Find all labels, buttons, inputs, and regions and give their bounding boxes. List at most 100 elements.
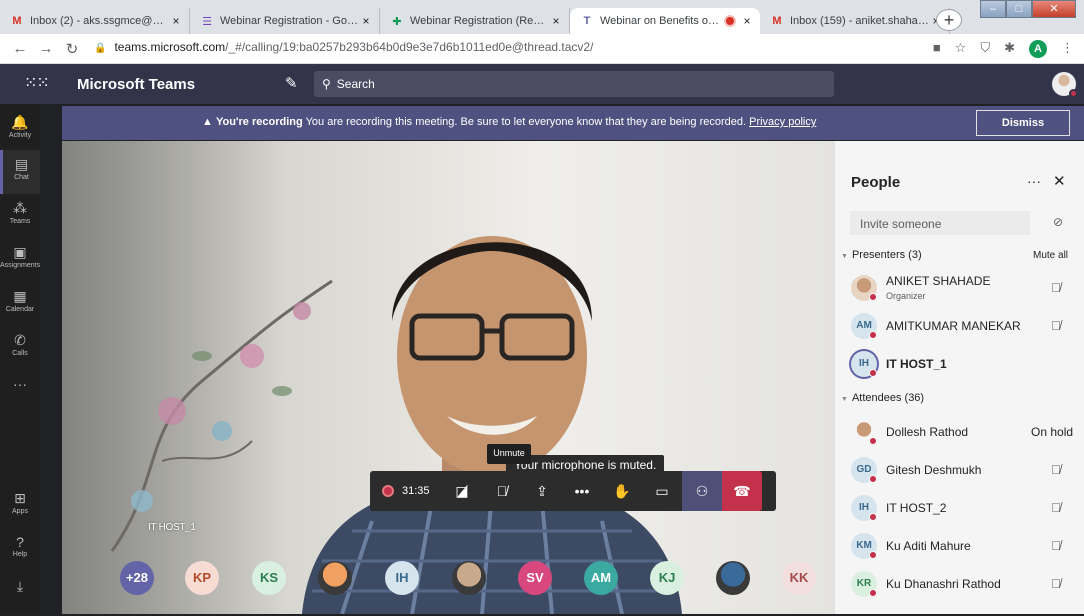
participant-avatar: KM [851,533,877,559]
chat-icon: ▤ [14,156,29,172]
participant-name: IT HOST_2 [886,501,947,515]
participant-row[interactable]: KM Ku Aditi Mahure 🎙̸ [835,529,1084,565]
close-tab-icon[interactable]: × [359,14,373,28]
participant-avatar[interactable]: KP [185,561,219,595]
rail-item-calendar[interactable]: ▦ Calendar [0,282,40,326]
raise-hand-button[interactable]: ✋ [602,471,642,511]
rail-item-chat[interactable]: ▤ Chat [0,150,40,194]
attendees-section[interactable]: ▼ Attendees (36) [841,392,924,404]
browser-tab[interactable]: T Webinar on Benefits of GAT × [570,8,760,34]
participant-avatar[interactable]: SV [518,561,552,595]
mic-muted-icon[interactable]: 🎙̸ [1051,538,1061,553]
url-field[interactable]: 🔒 teams.microsoft.com/_#/calling/19:ba025… [94,40,593,54]
participant-name: Ku Dhanashri Rathod [886,577,1001,591]
mic-muted-icon[interactable]: 🎙̸ [1051,280,1061,295]
gmail-icon: M [12,15,22,27]
rail-item-download[interactable]: ⤓ [0,572,40,616]
search-input[interactable]: ⚲ Search [314,71,834,97]
minimize-button[interactable]: – [980,0,1006,18]
show-conversation-button[interactable]: ▭ [642,471,682,511]
presenters-section[interactable]: ▼ Presenters (3) [841,249,922,261]
app-launcher-icon[interactable]: ⁙⁙ [24,73,50,93]
participant-avatar[interactable]: AM [584,561,618,595]
people-more-icon[interactable]: ··· [1027,173,1041,189]
browser-tab[interactable]: M Inbox (2) - aks.ssgmce@gmail.c× [0,8,190,34]
participant-row[interactable]: Dollesh Rathod On hold [835,415,1084,451]
share-screen-button[interactable]: ⇪ [522,471,562,511]
rail-item-assignments[interactable]: ▣ Assignments [0,238,40,282]
browser-menu-icon[interactable]: ⋮ [1061,40,1074,58]
camera-off-button[interactable]: ◪̸ [442,471,482,511]
close-tab-icon[interactable]: × [740,14,754,28]
recording-text: You are recording this meeting. Be sure … [302,116,750,128]
participant-row[interactable]: AM AMITKUMAR MANEKAR 🎙̸ [835,309,1084,345]
participant-avatar[interactable]: +28 [120,561,154,595]
participant-avatar[interactable]: IH [385,561,419,595]
participant-avatar[interactable]: KK [782,561,816,595]
browser-tab[interactable]: MInbox (159) - aniket.shahade11× [760,8,950,34]
participant-row[interactable]: GD Gitesh Deshmukh 🎙̸ [835,453,1084,489]
forward-icon[interactable]: → [36,40,56,57]
hang-up-button[interactable]: ☎ [722,471,762,511]
profile-avatar[interactable]: A [1029,40,1047,58]
browser-tab[interactable]: ☰ Webinar Registration - Google F× [190,8,380,34]
rail-item-label: Calendar [5,306,35,313]
mic-muted-icon[interactable]: 🎙̸ [1051,576,1061,591]
participant-avatar: AM [851,313,877,339]
mic-muted-icon[interactable]: 🎙̸ [1051,500,1061,515]
camera-indicator-icon[interactable]: ■ [933,40,941,58]
rail-item-teams[interactable]: ⁂ Teams [0,194,40,238]
teams-icon: ⁂ [13,200,27,216]
more-icon: ••• [574,483,590,499]
privacy-policy-link[interactable]: Privacy policy [749,116,816,128]
download-icon: ⤓ [16,578,24,594]
rail-item-help[interactable]: ? Help [0,528,40,572]
rail-item-apps[interactable]: ⊞ Apps [0,484,40,528]
copy-link-icon[interactable]: ⊘ [1053,215,1063,229]
rail-item-activity[interactable]: 🔔 Activity [0,108,40,152]
compose-icon[interactable]: ✎ [285,74,298,92]
participant-row[interactable]: KR Ku Dhanashri Rathod 🎙̸ [835,567,1084,603]
participant-avatar-photo[interactable] [452,561,486,595]
participant-role: Organizer [886,291,926,301]
participant-avatar-photo [851,419,877,445]
participant-row[interactable]: IH IT HOST_2 🎙̸ [835,491,1084,527]
user-avatar[interactable] [1052,72,1078,98]
mute-all-button[interactable]: Mute all [1033,250,1068,261]
status-dot [869,369,877,377]
timer-value: 31:35 [402,485,430,497]
bell-icon: 🔔 [11,114,29,130]
participant-name: ANIKET SHAHADE [886,274,991,288]
bookmark-star-icon[interactable]: ☆ [955,40,967,58]
invite-input[interactable]: Invite someone [850,211,1030,235]
new-tab-button[interactable]: + [936,9,962,31]
close-tab-icon[interactable]: × [549,14,563,28]
participant-avatar-photo[interactable] [716,561,750,595]
mic-muted-icon[interactable]: 🎙̸ [1051,318,1061,333]
participant-avatar[interactable]: KJ [650,561,684,595]
more-actions-button[interactable]: ••• [562,471,602,511]
mic-muted-icon[interactable]: 🎙̸ [1051,462,1061,477]
reload-icon[interactable]: ↻ [62,40,82,58]
close-panel-icon[interactable]: ✕ [1053,172,1066,190]
back-icon[interactable]: ← [10,40,30,57]
status-dot [869,513,877,521]
maximize-button[interactable]: □ [1006,0,1032,18]
extensions-puzzle-icon[interactable]: ✱ [1004,40,1015,58]
dismiss-button[interactable]: Dismiss [976,110,1070,136]
participant-row[interactable]: ANIKET SHAHADE Organizer 🎙̸ [835,271,1084,307]
recording-banner: ▲ You're recording You are recording thi… [62,106,1084,140]
participant-avatar[interactable]: KS [252,561,286,595]
unmute-button[interactable]: 🎙̸ [482,471,522,511]
rail-item-calls[interactable]: ✆ Calls [0,326,40,370]
browser-tab[interactable]: ✚ Webinar Registration (Response× [380,8,570,34]
rail-item-more[interactable]: ··· [0,370,40,414]
extension-shield-icon[interactable]: ⛉ [980,40,990,58]
close-window-button[interactable]: ✕ [1032,0,1076,18]
camera-off-icon: ◪̸ [455,482,469,499]
close-tab-icon[interactable]: × [169,14,183,28]
recording-dot-icon [382,485,394,497]
show-participants-button[interactable]: ⚇ [682,471,722,511]
participant-avatar-photo[interactable] [318,561,352,595]
participant-row[interactable]: IH IT HOST_1 [835,347,1084,383]
